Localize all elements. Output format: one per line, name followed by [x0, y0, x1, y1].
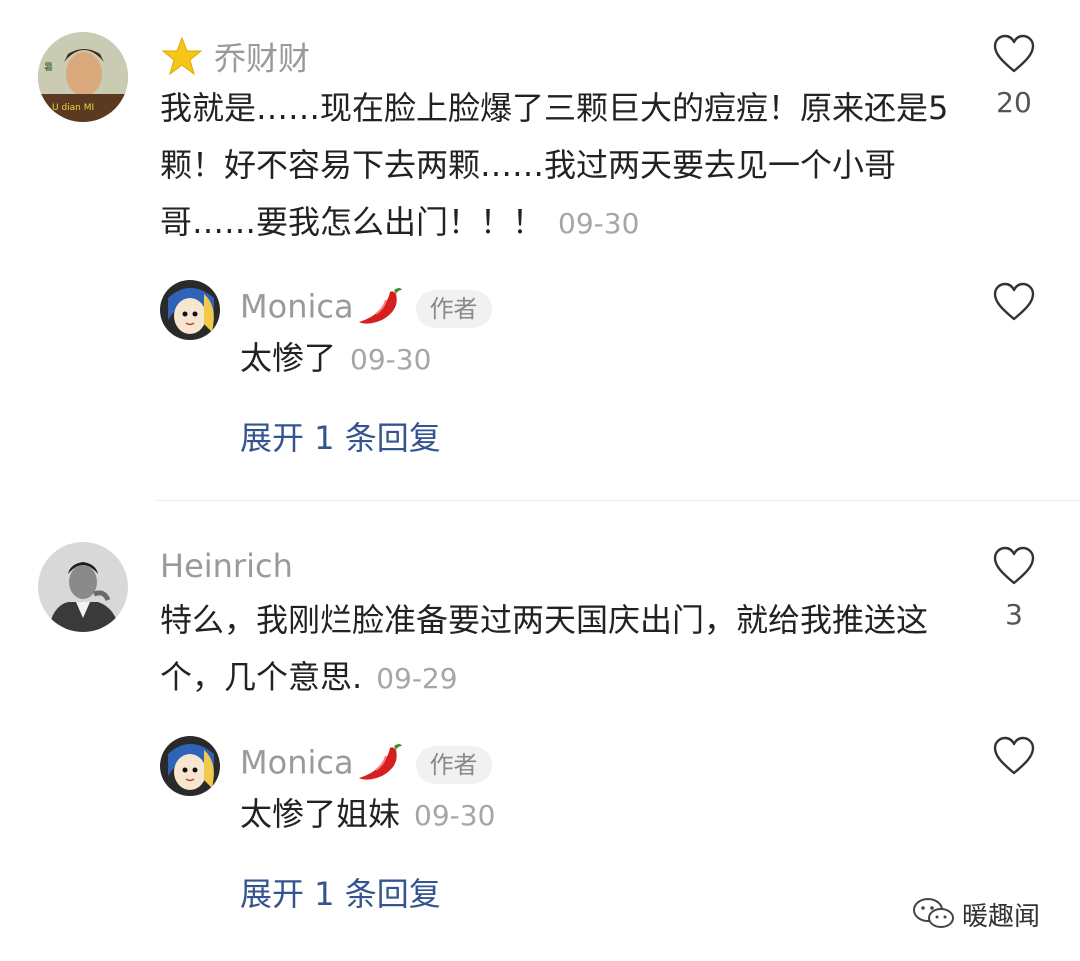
- like-button[interactable]: [992, 34, 1036, 74]
- avatar[interactable]: [38, 542, 128, 632]
- reply-text[interactable]: 太惨了姐妹 09-30: [240, 794, 495, 836]
- comment-text[interactable]: 我就是……现在脸上脸爆了三颗巨大的痘痘！原来还是5颗！好不容易下去两颗……我过两…: [160, 80, 950, 252]
- author-badge: 作者: [415, 289, 492, 328]
- chili-pepper-icon: [356, 282, 404, 335]
- reply-date: 09-30: [414, 799, 496, 832]
- heart-icon: [993, 34, 1035, 73]
- comment-author[interactable]: 乔财财: [161, 36, 310, 85]
- avatar[interactable]: 暑 U dian MI: [38, 32, 128, 122]
- author-badge: 作者: [415, 745, 492, 784]
- reply-date: 09-30: [350, 343, 432, 376]
- heart-icon: [993, 736, 1035, 775]
- comment-author[interactable]: Heinrich: [160, 546, 293, 586]
- like-button[interactable]: [992, 546, 1036, 586]
- heart-icon: [993, 546, 1035, 585]
- watermark: 暖趣闻: [912, 896, 1040, 939]
- star-emoji-icon: [161, 36, 203, 85]
- comment-date: 09-30: [558, 207, 640, 240]
- divider: [156, 500, 1080, 501]
- comment-text[interactable]: 特么，我刚烂脸准备要过两天国庆出门，就给我推送这个，几个意思. 09-29: [160, 592, 940, 707]
- like-count: 20: [996, 86, 1032, 119]
- reply-text[interactable]: 太惨了 09-30: [240, 338, 431, 380]
- reply-avatar[interactable]: [160, 736, 220, 796]
- comment-date: 09-29: [376, 662, 458, 695]
- svg-text:U dian MI: U dian MI: [52, 103, 94, 113]
- reply-author[interactable]: Monica 作者: [240, 282, 492, 335]
- svg-text:暑: 暑: [44, 62, 53, 73]
- chili-pepper-icon: [356, 738, 404, 791]
- like-button[interactable]: [992, 736, 1036, 776]
- reply-author[interactable]: Monica 作者: [240, 738, 492, 791]
- reply-avatar[interactable]: [160, 280, 220, 340]
- wechat-icon: [912, 896, 956, 939]
- expand-replies-link[interactable]: 展开 1 条回复: [240, 874, 441, 914]
- heart-icon: [993, 282, 1035, 321]
- expand-replies-link[interactable]: 展开 1 条回复: [240, 418, 441, 458]
- like-button[interactable]: [992, 282, 1036, 322]
- like-count: 3: [1005, 598, 1023, 631]
